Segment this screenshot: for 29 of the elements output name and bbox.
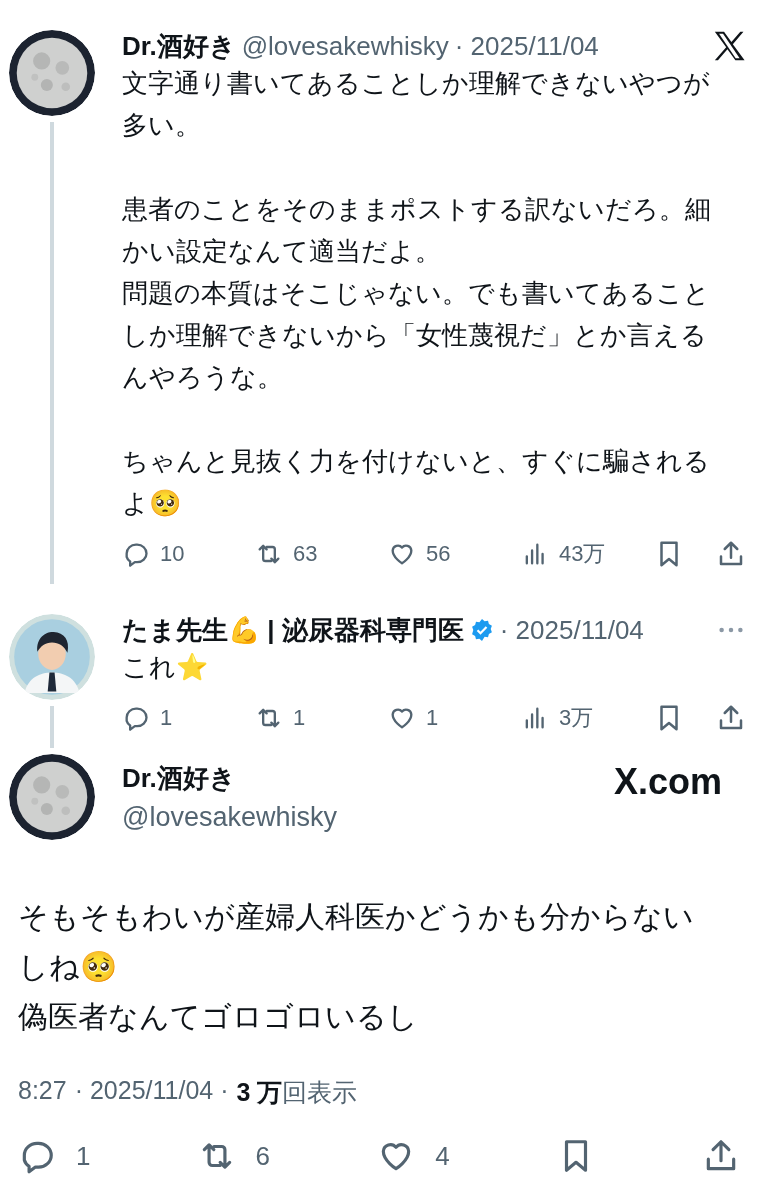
action-count: 4 — [435, 1140, 450, 1172]
post-text: そもそもわいが産婦人科医かどうかも分からないしね🥺 偽医者なんてゴロゴロいるし — [17, 899, 695, 1035]
post-text: ちゃんと見抜く力を付けないと、すぐに騙されるよ🥺 — [122, 445, 711, 520]
action-count: 43万 — [559, 540, 606, 568]
post-text: 問題の本質はそこじゃない。でも書いてあることしか理解できないから「女性蔑視だ」とか言えるんやろうな。 — [122, 277, 711, 394]
action-count: 1 — [426, 705, 439, 731]
post-text: 患者のことをそのままポストする訳ないだろ。細かい設定なんて適当だよ。 — [122, 193, 712, 268]
display-name[interactable]: たま先生💪 | 泌尿器科専門医 — [122, 612, 464, 648]
display-name[interactable]: Dr.酒好き — [122, 28, 236, 64]
site-logo[interactable]: X.com — [613, 761, 722, 803]
action-count: 10 — [160, 541, 185, 567]
user-handle[interactable]: @lovesakewhisky — [241, 30, 449, 62]
post-date[interactable]: · 2025/11/04 — [499, 614, 644, 646]
x-logo-icon[interactable] — [712, 29, 746, 63]
post-date: · 2025/11/04 · — [74, 1076, 229, 1106]
view-count: 3 万回表示 — [236, 1077, 358, 1108]
post-text: これ⭐ — [122, 651, 209, 684]
action-count: 1 — [76, 1140, 91, 1172]
post-time: 8:27 — [18, 1076, 67, 1106]
user-handle[interactable]: @lovesakewhisky — [122, 802, 614, 833]
post-date[interactable]: · 2025/11/04 — [454, 30, 599, 62]
post-text: 文字通り書いてあることしか理解できないやつが多い。 — [122, 67, 711, 142]
action-count: 63 — [293, 541, 318, 567]
action-count: 1 — [293, 705, 306, 731]
action-count: 6 — [255, 1140, 271, 1172]
display-name[interactable]: Dr.酒好き — [122, 761, 614, 796]
action-count: 1 — [160, 705, 173, 731]
action-count: 3万 — [559, 704, 594, 732]
action-count: 56 — [426, 541, 451, 567]
